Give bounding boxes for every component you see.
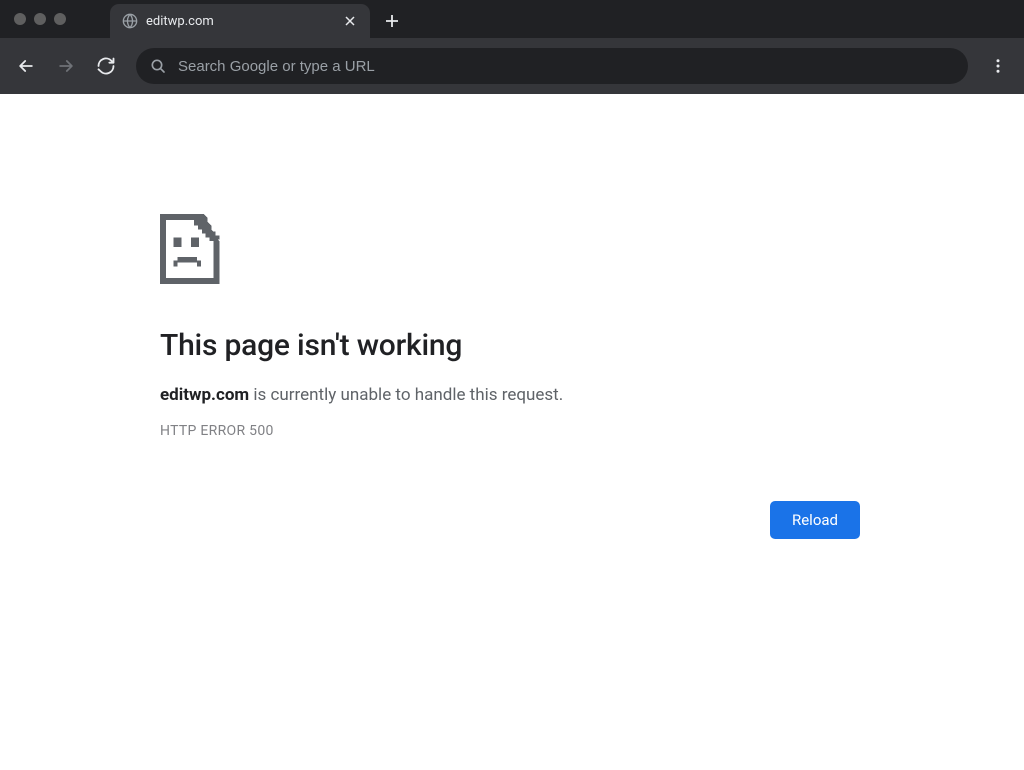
reload-row: Reload <box>160 501 860 539</box>
url-input[interactable] <box>178 58 954 75</box>
close-icon[interactable] <box>342 13 358 29</box>
window-controls <box>0 0 80 38</box>
address-bar[interactable] <box>136 48 968 84</box>
error-message: editwp.com is currently unable to handle… <box>160 385 860 405</box>
error-message-rest: is currently unable to handle this reque… <box>249 385 563 405</box>
search-icon <box>150 58 166 74</box>
page-content: This page isn't working editwp.com is cu… <box>0 94 1024 770</box>
browser-tab[interactable]: editwp.com <box>110 4 370 38</box>
browser-menu-button[interactable] <box>980 48 1016 84</box>
error-container: This page isn't working editwp.com is cu… <box>160 214 860 539</box>
window-maximize-dot[interactable] <box>54 13 66 25</box>
back-button[interactable] <box>8 48 44 84</box>
forward-button[interactable] <box>48 48 84 84</box>
tab-title: editwp.com <box>146 14 334 29</box>
titlebar: editwp.com <box>0 0 1024 38</box>
toolbar <box>0 38 1024 94</box>
sad-file-icon <box>160 214 860 288</box>
error-host: editwp.com <box>160 385 249 405</box>
globe-icon <box>122 13 138 29</box>
window-close-dot[interactable] <box>14 13 26 25</box>
reload-button[interactable] <box>88 48 124 84</box>
reload-page-button[interactable]: Reload <box>770 501 860 539</box>
window-minimize-dot[interactable] <box>34 13 46 25</box>
new-tab-button[interactable] <box>378 7 406 35</box>
tab-strip: editwp.com <box>110 0 406 38</box>
error-code: HTTP ERROR 500 <box>160 423 860 439</box>
error-title: This page isn't working <box>160 328 860 363</box>
